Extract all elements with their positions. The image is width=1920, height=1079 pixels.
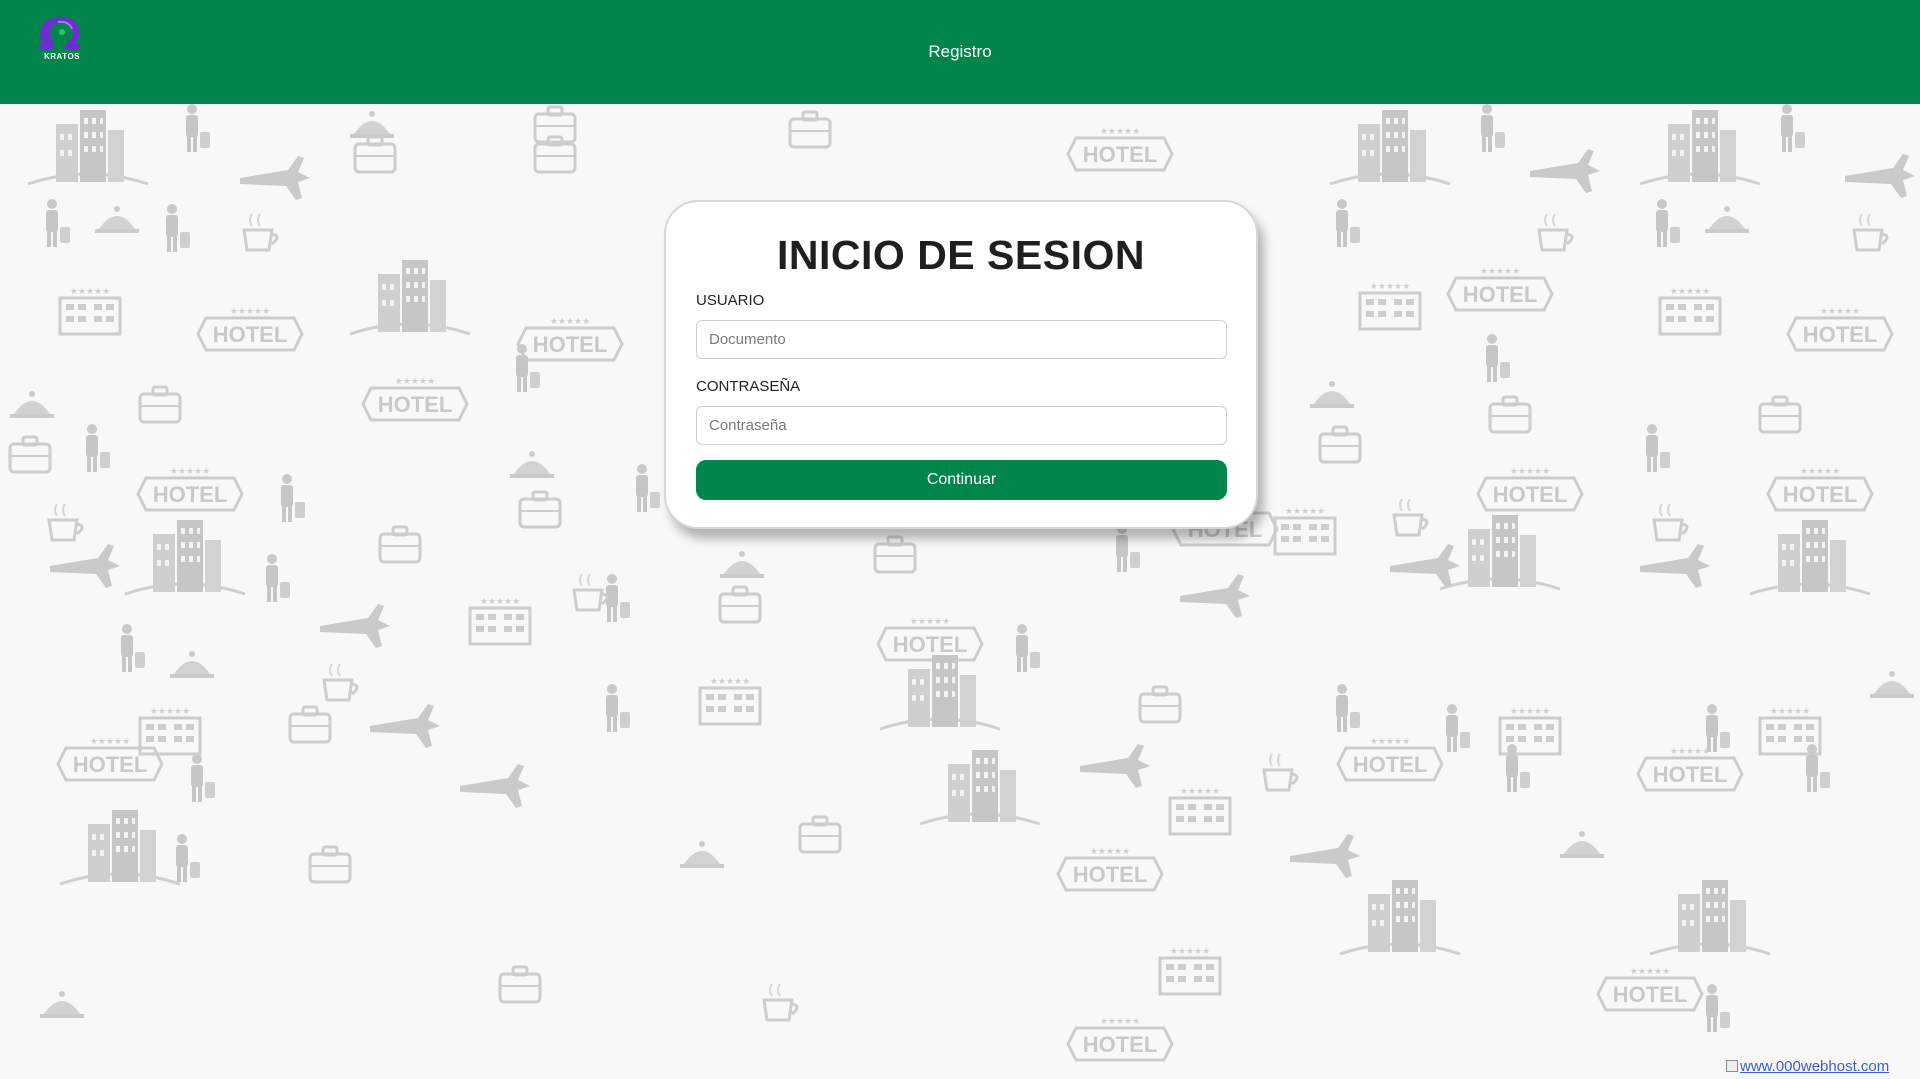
webhost-link[interactable]: www.000webhost.com bbox=[1726, 1058, 1889, 1075]
contrasena-input[interactable] bbox=[696, 406, 1227, 445]
usuario-label: USUARIO bbox=[696, 292, 765, 309]
top-navbar: KRATOS Registro bbox=[0, 0, 1920, 104]
continuar-button[interactable]: Continuar bbox=[696, 460, 1227, 500]
login-title: INICIO DE SESION bbox=[777, 232, 1145, 278]
nav-link-registro[interactable]: Registro bbox=[0, 42, 1920, 62]
webhost-link-text: www.000webhost.com bbox=[1740, 1058, 1890, 1075]
usuario-input[interactable] bbox=[696, 320, 1227, 359]
broken-image-icon bbox=[1726, 1060, 1738, 1072]
login-card: INICIO DE SESION USUARIO CONTRASEÑA Cont… bbox=[664, 200, 1258, 529]
contrasena-label: CONTRASEÑA bbox=[696, 378, 801, 395]
